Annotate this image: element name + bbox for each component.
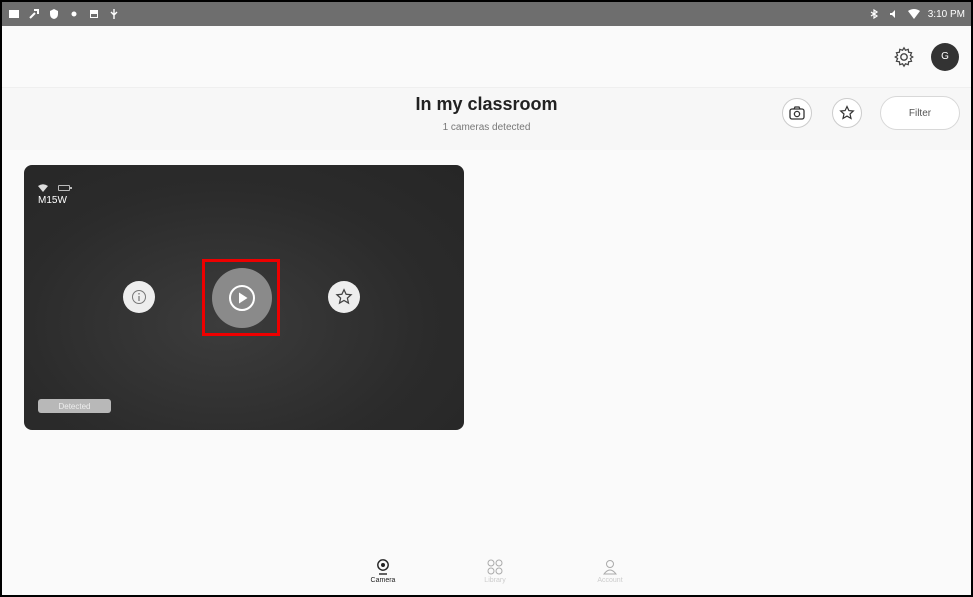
battery-icon — [58, 185, 72, 191]
nav-account-label: Account — [597, 577, 623, 584]
snapshot-camera-button[interactable] — [782, 98, 812, 128]
camera-name: M15W — [38, 195, 67, 206]
favorites-filter-button[interactable] — [832, 98, 862, 128]
star-icon — [839, 105, 855, 120]
status-bar: 3:10 PM — [2, 2, 971, 26]
page-header: In my classroom 1 cameras detected Filte… — [2, 88, 971, 150]
page-title: In my classroom — [415, 94, 558, 114]
nav-camera-tab[interactable]: Camera — [353, 559, 413, 584]
camera-snapshot-icon — [789, 106, 805, 120]
person-icon — [603, 560, 617, 575]
nav-library-label: Library — [484, 577, 506, 584]
camera-info-button[interactable] — [123, 281, 155, 313]
bottom-navigation: Camera Library Account — [2, 557, 971, 595]
cameras-detected-count: 1 cameras detected — [442, 122, 531, 133]
camera-icon — [377, 559, 389, 575]
camera-card[interactable]: M15W Detected — [24, 165, 464, 430]
settings-gear-icon[interactable] — [891, 44, 917, 70]
wrench-icon — [28, 8, 40, 20]
info-icon — [132, 290, 146, 304]
nav-library-tab[interactable]: Library — [465, 559, 525, 584]
bluetooth-icon — [868, 8, 880, 20]
play-live-view-button[interactable] — [212, 268, 272, 328]
top-app-bar: G — [2, 26, 971, 88]
status-bar-notifications — [8, 8, 120, 20]
play-icon — [229, 285, 255, 311]
screen-icon — [8, 8, 20, 20]
app-window: 3:10 PM G In my classroom 1 cameras dete… — [0, 0, 973, 597]
status-time: 3:10 PM — [927, 8, 965, 20]
usb-icon — [108, 8, 120, 20]
wifi-icon — [907, 8, 920, 20]
filter-button[interactable]: Filter — [880, 96, 960, 130]
status-bar-system: 3:10 PM — [868, 8, 965, 20]
nav-account-tab[interactable]: Account — [580, 559, 640, 584]
favorite-camera-button[interactable] — [328, 281, 360, 313]
detected-status-badge: Detected — [38, 399, 111, 413]
user-avatar[interactable]: G — [931, 42, 959, 71]
sun-icon — [68, 8, 80, 20]
star-outline-icon — [335, 288, 353, 305]
image-icon — [88, 8, 100, 20]
grid-icon — [487, 559, 503, 575]
nav-camera-label: Camera — [370, 577, 396, 584]
shield-icon — [48, 8, 60, 20]
volume-icon — [888, 8, 900, 20]
